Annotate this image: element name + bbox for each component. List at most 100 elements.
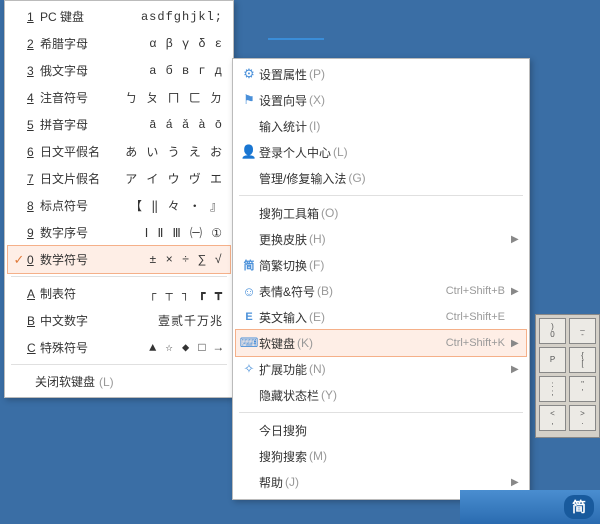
menu-item-hotkey: 2 [27, 37, 36, 51]
key-lower-label: - [581, 331, 584, 339]
context-menu-item[interactable]: 搜狗工具箱(O) [233, 200, 529, 226]
menu-item-sample: ㄅ ㄆ ㄇ ㄈ ㄉ [88, 89, 227, 106]
menu-separator [11, 364, 227, 365]
soft-keyboard-category-item[interactable]: 5 拼音字母ā á ǎ à ō [5, 111, 233, 138]
context-menu-item[interactable]: 输入统计(I) [233, 113, 529, 139]
gear-icon: ⚙ [239, 66, 259, 82]
keyboard-icon: ⌨ [239, 335, 259, 351]
soft-keyboard-submenu: 1PC 键盘asdfghjkl;2希腊字母α β γ δ ε3俄文字母а б в… [4, 0, 234, 398]
close-soft-keyboard-item[interactable]: 关闭软键盘 (L) [5, 368, 233, 395]
context-menu-item[interactable]: ✧扩展功能(N) ▶ [233, 356, 529, 382]
menu-item-label: 登录个人中心 [259, 144, 331, 161]
menu-item-accelerator: (K) [297, 336, 313, 350]
soft-keyboard-category-item[interactable]: B 中文数字壹贰千万兆 [5, 307, 233, 334]
context-menu-item[interactable]: ☺表情&符号(B)Ctrl+Shift+B▶ [233, 278, 529, 304]
menu-item-sample: asdfghjkl; [84, 10, 227, 24]
context-menu-item[interactable]: 搜狗搜索(M) [233, 443, 529, 469]
soft-keyboard-category-item[interactable]: 6日文平假名あ い う え お [5, 138, 233, 165]
menu-item-accelerator: (F) [309, 258, 324, 272]
submenu-arrow-icon: ▶ [511, 477, 519, 488]
menu-item-label: 关闭软键盘 [35, 373, 95, 390]
menu-item-sample: α β γ δ ε [88, 37, 227, 51]
keyboard-key[interactable]: P [539, 347, 566, 373]
keyboard-key[interactable]: <, [539, 405, 566, 431]
context-menu-item[interactable]: 简简繁切换(F) [233, 252, 529, 278]
soft-keyboard-category-item[interactable]: A制表符┌ ┬ ┐ ┏ ┳ [5, 280, 233, 307]
context-menu-item[interactable]: ⚑设置向导(X) [233, 87, 529, 113]
menu-item-sample: 壹贰千万兆 [88, 312, 227, 329]
menu-item-label: 拼音字母 [40, 116, 88, 133]
menu-item-label: 设置属性 [259, 66, 307, 83]
menu-item-label: 隐藏状态栏 [259, 387, 319, 404]
soft-keyboard-category-item[interactable]: ✓0数学符号± × ÷ ∑ √ [7, 245, 231, 274]
keyboard-key[interactable]: {[ [569, 347, 596, 373]
soft-keyboard-category-item[interactable]: C 特殊符号▲ ☆ ◆ □ → [5, 334, 233, 361]
menu-item-accelerator: (L) [333, 145, 348, 159]
menu-item-sample: ā á ǎ à ō [88, 118, 227, 132]
menu-item-accelerator: (L) [99, 375, 114, 389]
menu-item-sample: ± × ÷ ∑ √ [88, 253, 227, 267]
ime-context-menu: ⚙设置属性(P)⚑设置向导(X)输入统计(I)👤登录个人中心(L)管理/修复输入… [232, 58, 530, 500]
key-upper-label: P [550, 356, 555, 364]
menu-item-label: 搜狗搜索 [259, 448, 307, 465]
context-menu-item[interactable]: ⚙设置属性(P) [233, 61, 529, 87]
menu-item-label: 特殊符号 [40, 339, 88, 356]
context-menu-item[interactable]: 隐藏状态栏(Y) [233, 382, 529, 408]
key-lower-label: 0 [550, 331, 554, 339]
menu-item-hotkey: 6 [27, 145, 36, 159]
menu-item-label: 更换皮肤 [259, 231, 307, 248]
keyboard-row: :;"' [539, 376, 596, 402]
context-menu-item[interactable]: 👤登录个人中心(L) [233, 139, 529, 165]
menu-item-label: 注音符号 [40, 89, 88, 106]
keyboard-key[interactable]: "' [569, 376, 596, 402]
menu-item-accelerator: (Y) [321, 388, 337, 402]
soft-keyboard-category-item[interactable]: 8标点符号【 ‖ 々 ・ 』 [5, 192, 233, 219]
menu-item-sample: Ⅰ Ⅱ Ⅲ ㈠ ① [88, 224, 227, 241]
menu-item-sample: ▲ ☆ ◆ □ → [88, 340, 227, 355]
ime-indicator-zh-icon[interactable]: 简 [564, 495, 594, 519]
menu-item-label: 俄文字母 [40, 62, 88, 79]
soft-keyboard-category-item[interactable]: 3俄文字母а б в г д [5, 57, 233, 84]
keyboard-key[interactable]: )0 [539, 318, 566, 344]
context-menu-item[interactable]: 管理/修复输入法(G) [233, 165, 529, 191]
menu-item-hotkey: 1 [27, 10, 36, 24]
menu-item-hotkey: 5 [27, 118, 36, 132]
submenu-arrow-icon: ▶ [511, 234, 519, 245]
menu-item-sample: 【 ‖ 々 ・ 』 [88, 197, 227, 214]
soft-keyboard-category-item[interactable]: 2希腊字母α β γ δ ε [5, 30, 233, 57]
soft-keyboard-category-item[interactable]: 7日文片假名ア イ ウ ヴ エ [5, 165, 233, 192]
menu-item-hotkey: C [27, 341, 36, 355]
menu-item-label: 扩展功能 [259, 361, 307, 378]
menu-item-hotkey: B [27, 314, 36, 328]
menu-item-shortcut: Ctrl+Shift+B [333, 285, 511, 297]
menu-item-label: 中文数字 [40, 312, 88, 329]
context-menu-item[interactable]: 今日搜狗 [233, 417, 529, 443]
menu-item-sample: ア イ ウ ヴ エ [100, 170, 227, 187]
submenu-arrow-icon: ▶ [511, 364, 519, 375]
context-menu-item[interactable]: ⌨软键盘(K)Ctrl+Shift+K▶ [235, 329, 527, 357]
menu-separator [239, 412, 523, 413]
soft-keyboard-category-item[interactable]: 9数字序号Ⅰ Ⅱ Ⅲ ㈠ ① [5, 219, 233, 246]
context-menu-item[interactable]: E英文输入(E)Ctrl+Shift+E [233, 304, 529, 330]
menu-item-accelerator: (X) [309, 93, 325, 107]
context-menu-item[interactable]: 更换皮肤(H)▶ [233, 226, 529, 252]
menu-item-hotkey: 3 [27, 64, 36, 78]
keyboard-key[interactable]: :; [539, 376, 566, 402]
soft-keyboard-category-item[interactable]: 1PC 键盘asdfghjkl; [5, 3, 233, 30]
keyboard-key[interactable]: >. [569, 405, 596, 431]
menu-item-hotkey: 9 [27, 226, 36, 240]
menu-separator [239, 195, 523, 196]
menu-item-accelerator: (I) [309, 119, 320, 133]
menu-item-label: 日文片假名 [40, 170, 100, 187]
simp-icon: 简 [239, 257, 259, 273]
menu-item-accelerator: (N) [309, 362, 326, 376]
menu-item-label: 输入统计 [259, 118, 307, 135]
submenu-arrow-icon: ▶ [511, 286, 519, 297]
keyboard-key[interactable]: _- [569, 318, 596, 344]
soft-keyboard-category-item[interactable]: 4注音符号ㄅ ㄆ ㄇ ㄈ ㄉ [5, 84, 233, 111]
person-icon: 👤 [239, 144, 259, 160]
E-icon: E [239, 311, 259, 323]
menu-item-label: 制表符 [40, 285, 76, 302]
menu-item-sample: ┌ ┬ ┐ ┏ ┳ [76, 286, 227, 301]
puzzle-icon: ✧ [239, 361, 259, 377]
